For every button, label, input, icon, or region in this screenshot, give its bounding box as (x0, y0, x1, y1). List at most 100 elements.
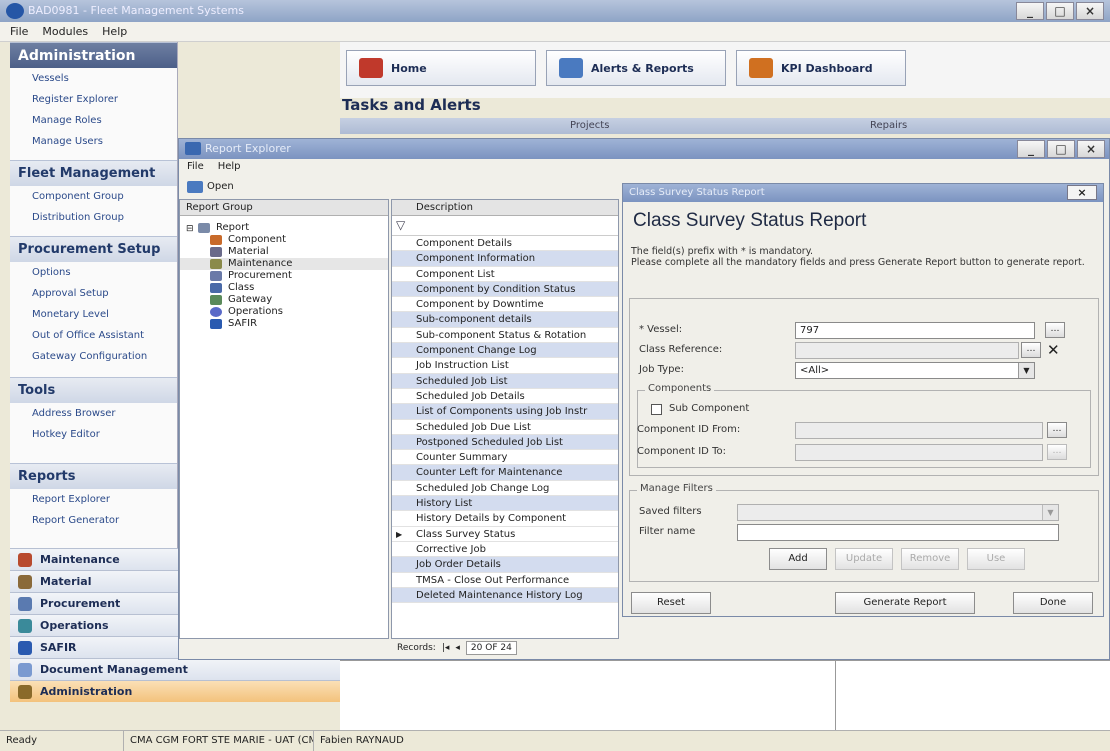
nav-vessels[interactable]: Vessels (10, 68, 177, 89)
report-list-item[interactable]: ▶ Class Survey Status (392, 527, 618, 542)
tree-item-maintenance[interactable]: Maintenance (180, 258, 388, 270)
tree-item-safir[interactable]: SAFIR (180, 318, 388, 330)
nav-out-of-office[interactable]: Out of Office Assistant (10, 325, 177, 346)
chevron-down-icon[interactable]: ▼ (1018, 363, 1034, 378)
report-list-item[interactable]: Scheduled Job Change Log (392, 481, 618, 497)
tree-item-operations[interactable]: Operations (180, 306, 388, 318)
report-list-item[interactable]: History Details by Component (392, 511, 618, 527)
clear-icon[interactable]: ✕ (1047, 341, 1060, 359)
report-list-item[interactable]: TMSA - Close Out Performance (392, 573, 618, 588)
menu-help[interactable]: Help (102, 22, 127, 41)
section-procurement-setup[interactable]: Procurement Setup (10, 236, 177, 262)
module-document-management[interactable]: Document Management (10, 658, 340, 680)
chevron-down-icon[interactable]: ▼ (1042, 505, 1058, 520)
class-reference-input[interactable] (795, 342, 1019, 359)
component-from-browse-button[interactable]: … (1047, 422, 1067, 438)
report-list-item[interactable]: Component List (392, 267, 618, 282)
nav-approval-setup[interactable]: Approval Setup (10, 283, 177, 304)
filter-name-input[interactable] (737, 524, 1059, 541)
filter-icon[interactable]: ▽ (396, 218, 405, 232)
report-list-item[interactable]: Component by Downtime (392, 297, 618, 313)
add-filter-button[interactable]: Add (769, 548, 827, 570)
report-list-item[interactable]: Job Order Details (392, 557, 618, 573)
tree-item-component[interactable]: Component (180, 234, 388, 246)
tree-root-report[interactable]: ⊟ Report (180, 222, 388, 234)
section-reports[interactable]: Reports (10, 463, 177, 489)
report-list-item[interactable]: Counter Summary (392, 450, 618, 466)
tree-item-procurement[interactable]: Procurement (180, 270, 388, 282)
maximize-button[interactable]: □ (1046, 2, 1074, 20)
nav-monetary-level[interactable]: Monetary Level (10, 304, 177, 325)
component-from-input[interactable] (795, 422, 1043, 439)
nav-manage-roles[interactable]: Manage Roles (10, 110, 177, 131)
update-filter-button[interactable]: Update (835, 548, 893, 570)
first-record-button[interactable]: |◂ (442, 639, 450, 657)
report-list-item[interactable]: History List (392, 496, 618, 512)
report-list-item[interactable]: List of Components using Job Instr (392, 404, 618, 420)
report-list-item[interactable]: Component by Condition Status (392, 281, 618, 298)
component-to-input[interactable] (795, 444, 1043, 461)
tree-item-material[interactable]: Material (180, 246, 388, 258)
use-filter-button[interactable]: Use (967, 548, 1025, 570)
saved-filters-select[interactable]: ▼ (737, 504, 1059, 521)
section-tools[interactable]: Tools (10, 377, 177, 403)
module-administration[interactable]: Administration (10, 680, 340, 702)
section-fleet-management[interactable]: Fleet Management (10, 160, 177, 186)
close-button[interactable]: × (1076, 2, 1104, 20)
report-list-item[interactable]: Corrective Job (392, 542, 618, 558)
nav-register-explorer[interactable]: Register Explorer (10, 89, 177, 110)
record-position[interactable]: 20 OF 24 (465, 641, 517, 655)
nav-report-generator[interactable]: Report Generator (10, 510, 177, 531)
report-list-item[interactable]: Scheduled Job Details (392, 389, 618, 405)
report-list-item[interactable]: Job Instruction List (392, 358, 618, 374)
nav-manage-users[interactable]: Manage Users (10, 131, 177, 152)
minimize-button[interactable]: _ (1016, 2, 1044, 20)
remove-filter-button[interactable]: Remove (901, 548, 959, 570)
nav-options[interactable]: Options (10, 262, 177, 283)
report-list-item[interactable]: Component Information (392, 251, 618, 267)
home-button[interactable]: Home (346, 50, 536, 86)
report-list-item[interactable]: Sub-component details (392, 312, 618, 328)
generate-report-button[interactable]: Generate Report (835, 592, 975, 614)
filter-row[interactable]: ▽ (392, 216, 618, 236)
tab-repairs[interactable]: Repairs (870, 120, 907, 131)
previous-record-button[interactable]: ◂ (455, 639, 460, 657)
menu-file[interactable]: File (10, 22, 28, 41)
tree-item-class[interactable]: Class (180, 282, 388, 294)
nav-address-browser[interactable]: Address Browser (10, 403, 177, 424)
report-list-item[interactable]: Postponed Scheduled Job List (392, 434, 618, 451)
report-list-item[interactable]: Deleted Maintenance History Log (392, 587, 618, 604)
class-reference-browse-button[interactable]: … (1021, 342, 1041, 358)
dialog-close-button[interactable]: × (1067, 185, 1097, 200)
section-administration[interactable]: Administration (10, 42, 177, 68)
tab-projects[interactable]: Projects (570, 120, 609, 131)
open-button[interactable]: Open (185, 179, 234, 195)
reset-button[interactable]: Reset (631, 592, 711, 614)
menu-help[interactable]: Help (218, 159, 241, 175)
minimize-button[interactable]: _ (1017, 140, 1045, 158)
report-list-item[interactable]: Component Details (392, 236, 618, 252)
report-list-item[interactable]: Sub-component Status & Rotation (392, 328, 618, 344)
job-type-select[interactable]: <All> ▼ (795, 362, 1035, 379)
menu-file[interactable]: File (187, 159, 204, 175)
alerts-reports-button[interactable]: Alerts & Reports (546, 50, 726, 86)
nav-hotkey-editor[interactable]: Hotkey Editor (10, 424, 177, 445)
sub-component-checkbox[interactable] (651, 404, 662, 415)
maximize-button[interactable]: □ (1047, 140, 1075, 158)
close-button[interactable]: × (1077, 140, 1105, 158)
vessel-input[interactable]: 797 (795, 322, 1035, 339)
report-list-item[interactable]: Counter Left for Maintenance (392, 465, 618, 481)
nav-report-explorer[interactable]: Report Explorer (10, 489, 177, 510)
nav-gateway-configuration[interactable]: Gateway Configuration (10, 346, 177, 367)
report-list-item[interactable]: Component Change Log (392, 343, 618, 359)
tree-item-gateway[interactable]: Gateway (180, 294, 388, 306)
component-to-browse-button[interactable]: … (1047, 444, 1067, 460)
kpi-dashboard-button[interactable]: KPI Dashboard (736, 50, 906, 86)
nav-distribution-group[interactable]: Distribution Group (10, 207, 177, 228)
vessel-browse-button[interactable]: … (1045, 322, 1065, 338)
done-button[interactable]: Done (1013, 592, 1093, 614)
report-list-item[interactable]: Scheduled Job Due List (392, 420, 618, 435)
nav-component-group[interactable]: Component Group (10, 186, 177, 207)
menu-modules[interactable]: Modules (42, 22, 88, 41)
report-list-item[interactable]: Scheduled Job List (392, 373, 618, 389)
